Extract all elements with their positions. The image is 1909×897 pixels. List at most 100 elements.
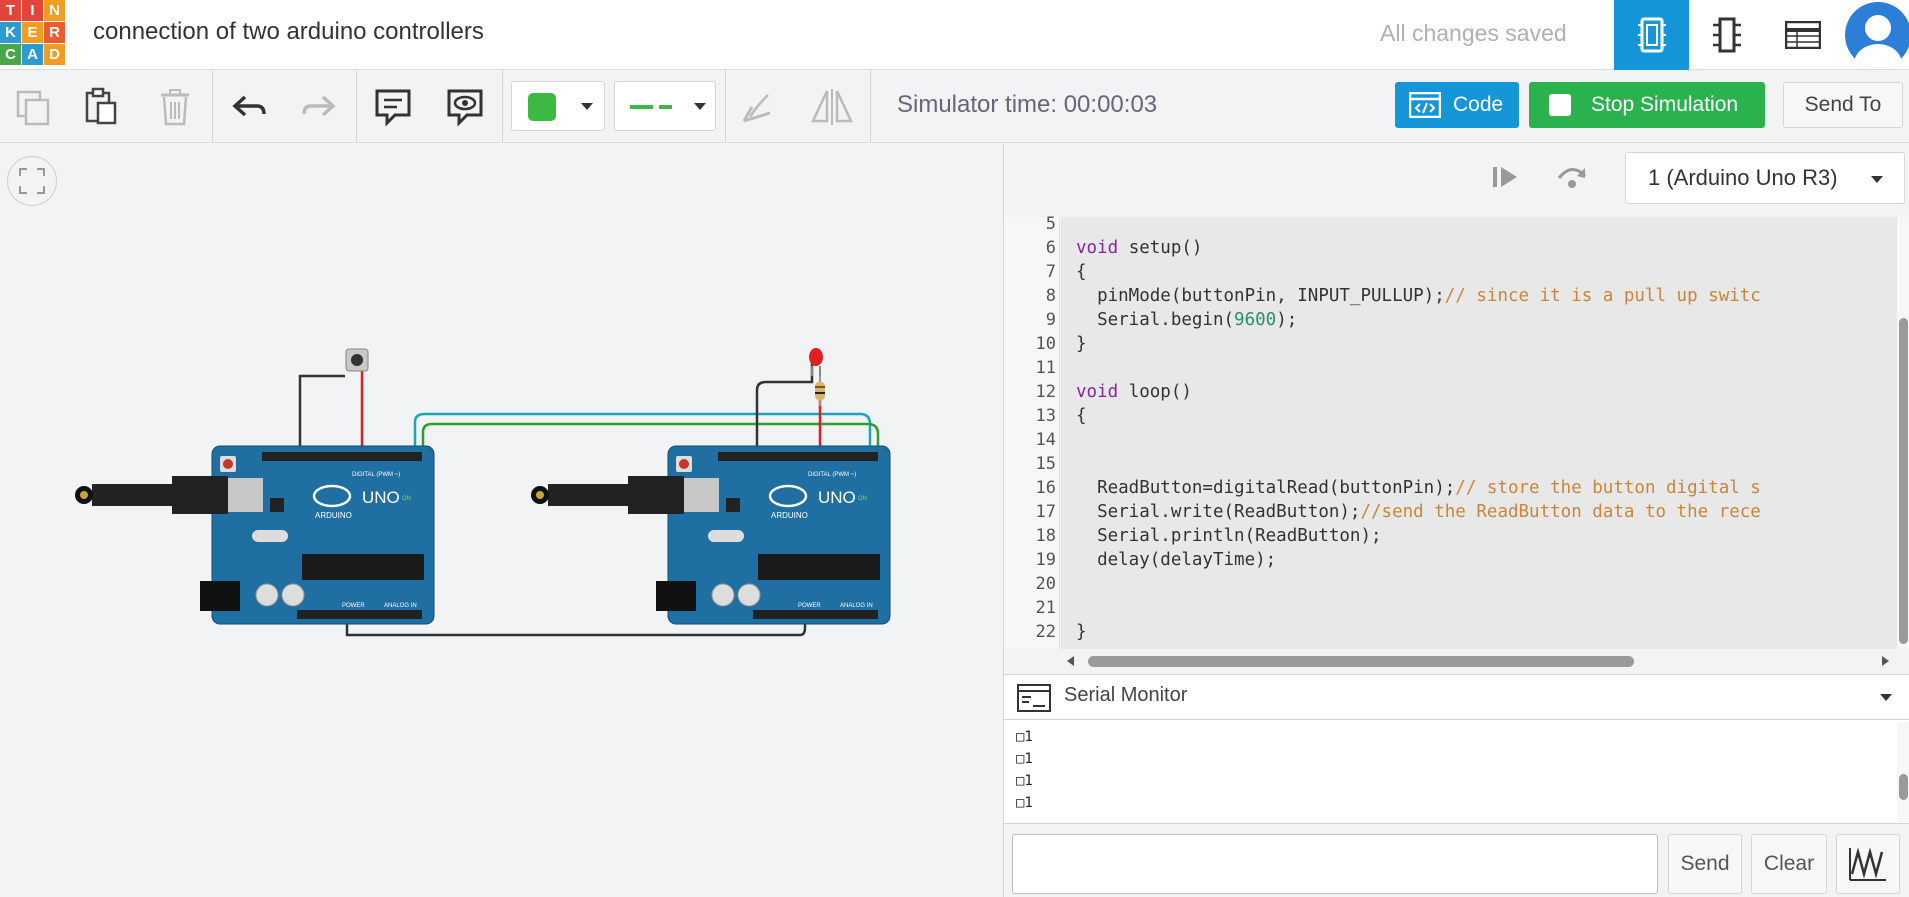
copy-icon — [16, 90, 50, 126]
code-text: pinMode(buttonPin, INPUT_PULLUP); — [1076, 286, 1445, 306]
code-text: ); — [1276, 310, 1298, 330]
toggle-notes-visibility-button[interactable] — [440, 82, 490, 132]
code-line-10[interactable]: } — [1076, 332, 1087, 356]
step-over-button[interactable] — [1555, 162, 1589, 197]
chevron-down-icon — [1880, 694, 1892, 701]
flip-icon — [811, 89, 853, 125]
serial-clear-button[interactable]: Clear — [1751, 834, 1827, 894]
tinkercad-logo[interactable]: TIN KER CAD — [0, 0, 65, 66]
code-line-6[interactable]: void setup() — [1076, 236, 1202, 260]
code-line-18[interactable]: Serial.println(ReadButton); — [1076, 524, 1381, 548]
code-line-7[interactable]: { — [1076, 260, 1087, 284]
board-left-brand: ARDUINO — [315, 511, 352, 520]
arduino-uno-right: UNO ARDUINO DIGITAL (PWM ~) POWER ANALOG… — [531, 445, 891, 625]
user-avatar-icon — [1854, 15, 1902, 68]
user-avatar[interactable] — [1845, 2, 1909, 68]
board-selector[interactable]: 1 (Arduino Uno R3) — [1625, 152, 1905, 204]
trash-icon — [161, 89, 189, 126]
board-left-digital-label: DIGITAL (PWM ~) — [352, 472, 400, 478]
paste-button[interactable] — [76, 82, 126, 132]
delete-button[interactable] — [150, 82, 200, 132]
toolbar-divider — [502, 70, 503, 142]
serial-output-line: □1 — [1016, 795, 1033, 811]
board-right-power-label: POWER — [798, 603, 821, 609]
step-button[interactable] — [1490, 162, 1520, 197]
circuit-diagram[interactable]: UNO ARDUINO DIGITAL (PWM ~) POWER ANALOG… — [0, 144, 1003, 897]
logo-letter: A — [22, 44, 43, 65]
circuit-view-button[interactable] — [1614, 0, 1689, 70]
component-list-icon — [1784, 21, 1821, 49]
chevron-down-icon — [581, 103, 593, 110]
serial-send-button[interactable]: Send — [1668, 834, 1742, 894]
board-right-on-label: ON — [858, 496, 867, 502]
simulator-time: Simulator time: 00:00:03 — [897, 91, 1158, 118]
logo-letter: R — [44, 22, 65, 43]
serial-monitor-icon — [1017, 684, 1051, 712]
code-vertical-scroll-thumb[interactable] — [1899, 318, 1908, 644]
redo-button[interactable] — [294, 82, 344, 132]
logo-letter: I — [22, 0, 43, 21]
rotate-button[interactable] — [733, 82, 783, 132]
code-line-22[interactable]: } — [1076, 620, 1087, 644]
component-list-button[interactable] — [1765, 0, 1840, 70]
wire-style-icon — [630, 105, 672, 109]
schematic-view-icon — [1712, 17, 1741, 53]
board-left-power-label: POWER — [342, 603, 365, 609]
serial-input-field[interactable] — [1012, 834, 1658, 894]
schematic-view-button[interactable] — [1689, 0, 1764, 70]
fit-view-icon — [19, 168, 45, 194]
code-line-19[interactable]: delay(delayTime); — [1076, 548, 1276, 572]
line-number: 21 — [1035, 598, 1056, 618]
stop-icon — [1549, 94, 1571, 116]
fill-color-dropdown[interactable] — [511, 81, 605, 131]
flip-button[interactable] — [807, 82, 857, 132]
code-line-8[interactable]: pinMode(buttonPin, INPUT_PULLUP);// sinc… — [1076, 284, 1761, 308]
board-left-on-label: ON — [402, 496, 411, 502]
code-line-13[interactable]: { — [1076, 404, 1087, 428]
fill-color-swatch — [528, 93, 556, 121]
code-button[interactable]: Code — [1395, 82, 1519, 128]
serial-output-line: □1 — [1016, 729, 1033, 745]
line-number: 5 — [1045, 214, 1056, 234]
serial-plotter-button[interactable] — [1836, 834, 1900, 894]
top-bar: TIN KER CAD connection of two arduino cont… — [0, 0, 1909, 70]
code-number: 9600 — [1234, 310, 1277, 330]
copy-button[interactable] — [8, 82, 58, 132]
code-text: setup() — [1118, 238, 1203, 258]
line-number: 18 — [1035, 526, 1056, 546]
stop-simulation-label: Stop Simulation — [1591, 93, 1739, 116]
zoom-to-fit-button[interactable] — [7, 156, 57, 206]
serial-scroll-thumb[interactable] — [1899, 774, 1908, 800]
code-text: loop() — [1118, 382, 1192, 402]
undo-button[interactable] — [224, 82, 274, 132]
code-editor[interactable] — [1061, 217, 1897, 649]
board-right-brand: ARDUINO — [771, 511, 808, 520]
serial-vertical-scrollbar[interactable] — [1897, 722, 1909, 822]
line-number: 14 — [1035, 430, 1056, 450]
stop-simulation-button[interactable]: Stop Simulation — [1529, 82, 1765, 128]
circuit-canvas[interactable]: UNO ARDUINO DIGITAL (PWM ~) POWER ANALOG… — [0, 144, 1003, 897]
undo-icon — [232, 95, 266, 117]
redo-icon — [302, 95, 336, 117]
wire-style-dropdown[interactable] — [614, 81, 716, 131]
wire-black-led-gnd — [755, 360, 814, 453]
notes-button[interactable] — [368, 82, 418, 132]
plotter-icon — [1849, 847, 1886, 881]
code-line-16[interactable]: ReadButton=digitalRead(buttonPin);// sto… — [1076, 476, 1761, 500]
resistor-component — [815, 376, 825, 406]
code-horizontal-scroll-thumb[interactable] — [1088, 656, 1634, 667]
keyword: void — [1076, 382, 1119, 402]
paste-icon — [85, 87, 117, 125]
arduino-uno-left: UNO ARDUINO DIGITAL (PWM ~) POWER ANALOG… — [75, 445, 435, 625]
serial-output-line: □1 — [1016, 773, 1033, 789]
code-line-17[interactable]: Serial.write(ReadButton);//send the Read… — [1076, 500, 1761, 524]
line-number: 11 — [1035, 358, 1056, 378]
board-right-digital-label: DIGITAL (PWM ~) — [808, 472, 856, 478]
send-to-button[interactable]: Send To — [1783, 82, 1903, 128]
serial-monitor-output — [1004, 720, 1909, 824]
code-line-9[interactable]: Serial.begin(9600); — [1076, 308, 1297, 332]
code-line-12[interactable]: void loop() — [1076, 380, 1192, 404]
code-text: Serial.begin( — [1076, 310, 1235, 330]
line-number: 8 — [1045, 286, 1056, 306]
project-title[interactable]: connection of two arduino controllers — [93, 18, 484, 46]
